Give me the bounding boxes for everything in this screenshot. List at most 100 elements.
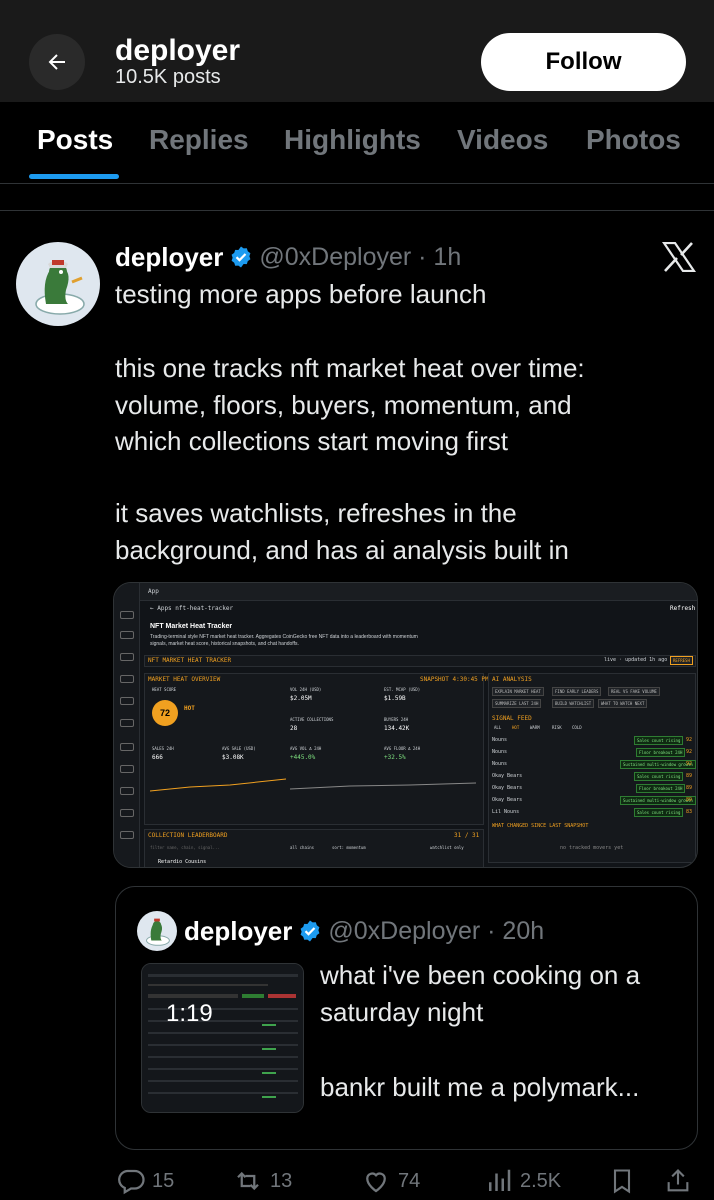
views-bar-chart-icon — [489, 1169, 511, 1191]
signal-score: 83 — [686, 809, 693, 815]
app-title: NFT Market Heat Tracker — [150, 623, 233, 630]
views-count: 2.5K — [520, 1169, 562, 1192]
snapshot-time: SNAPSHOT 4:30:45 PM — [420, 676, 489, 683]
quote-text-p1: what i've been cooking on a saturday nig… — [320, 960, 641, 1027]
quoted-post[interactable]: deployer @0xDeployer · 20h 1:19 what i'v… — [115, 886, 698, 1150]
sort-select: sort: momentum — [332, 845, 366, 850]
signal-score: 92 — [686, 749, 693, 755]
bookmark-button[interactable] — [608, 1166, 636, 1196]
signal-tag: Sustained multi-window growth — [620, 760, 696, 769]
heart-icon — [366, 1172, 386, 1193]
video-duration: 1:19 — [166, 1000, 213, 1027]
mcap-label: EST. MCAP (USD) — [384, 687, 421, 692]
share-button[interactable] — [664, 1166, 692, 1196]
post-image[interactable]: App ← Apps nft-heat-tracker Refresh NFT … — [113, 582, 698, 868]
ai-btn-6: WHAT TO WATCH NEXT — [598, 699, 648, 708]
app-refresh-button: REFRESH — [670, 656, 693, 665]
signal-tag: Sales count rising — [634, 736, 684, 745]
signal-tag: Floor breakout 24H — [636, 784, 686, 793]
app-sidebar — [114, 583, 140, 867]
signal-name: Okay Bears — [492, 797, 523, 803]
signal-name: Nouns — [492, 761, 508, 767]
buyers-label: BUYERS 24H — [384, 717, 409, 722]
active-tab-indicator — [29, 174, 119, 179]
signal-tag: Floor breakout 24H — [636, 748, 686, 757]
repost-icon — [237, 1171, 259, 1191]
signal-score: 92 — [686, 737, 693, 743]
like-count: 74 — [398, 1169, 421, 1192]
trend-lines — [150, 778, 477, 792]
signal-score: 92 — [686, 761, 693, 767]
changed-title: WHAT CHANGED SINCE LAST SNAPSHOT — [492, 823, 589, 829]
reply-button[interactable]: 15 — [116, 1166, 174, 1196]
profile-tabs: Posts Replies Highlights Videos Photos — [0, 102, 714, 184]
like-button[interactable]: 74 — [360, 1166, 420, 1196]
quote-avatar — [137, 911, 177, 951]
tab-highlights[interactable]: Highlights — [284, 124, 421, 156]
app-live: live · updated 1h ago — [604, 657, 668, 663]
sales-label: SALES 24H — [152, 746, 174, 751]
signal-score: 89 — [686, 785, 693, 791]
quote-handle-time: @0xDeployer · 20h — [328, 916, 545, 945]
signal-tab-risk: RISK — [552, 725, 562, 730]
section-divider — [0, 210, 714, 211]
active-value: 28 — [290, 725, 298, 732]
app-topbar — [140, 583, 697, 601]
avg-sale-value: $3.08K — [222, 754, 244, 761]
leaderboard-title: COLLECTION LEADERBOARD — [148, 832, 228, 839]
post-text-p2: this one tracks nft market heat over tim… — [115, 353, 585, 456]
signal-tab-all: ALL — [494, 725, 502, 730]
tab-posts[interactable]: Posts — [37, 124, 113, 156]
back-button[interactable] — [29, 34, 85, 90]
app-desc-1: Trading-terminal style NFT market heat t… — [150, 634, 418, 640]
ai-btn-3: REAL VS FAKE VOLUME — [608, 687, 660, 696]
app-label: App — [148, 588, 159, 595]
signal-tab-cold: COLD — [572, 725, 582, 730]
reply-count: 15 — [152, 1169, 175, 1192]
verified-badge-icon — [298, 919, 322, 943]
unicorn-avatar-icon — [35, 260, 85, 315]
author-name[interactable]: deployer — [115, 242, 223, 273]
avg-floor-value: +32.5% — [384, 754, 406, 761]
ai-btn-2: FIND EARLY LEADERS — [552, 687, 602, 696]
signal-tag: Sales count rising — [634, 808, 684, 817]
ai-btn-5: BUILD WATCHLIST — [552, 699, 595, 708]
post-header: deployer @0xDeployer · 1h — [115, 240, 461, 274]
app-section: NFT MARKET HEAT TRACKER — [148, 657, 232, 664]
heat-score-circle: 72 — [152, 700, 178, 726]
arrow-left-icon — [48, 54, 65, 70]
no-movers: no tracked movers yet — [560, 845, 624, 851]
signal-score: 89 — [686, 797, 693, 803]
signal-score: 89 — [686, 773, 693, 779]
profile-header: deployer 10.5K posts Follow — [0, 0, 714, 102]
x-logo-icon — [662, 242, 696, 272]
tab-videos[interactable]: Videos — [457, 124, 548, 156]
app-refresh: Refresh — [670, 605, 696, 612]
follow-button[interactable]: Follow — [481, 33, 686, 91]
post-text-p3: it saves watchlists, refreshes in the ba… — [115, 498, 569, 565]
app-breadcrumb: ← Apps nft-heat-tracker — [150, 605, 234, 612]
overview-title: MARKET HEAT OVERVIEW — [148, 676, 221, 683]
buyers-value: 134.42K — [384, 725, 410, 732]
signal-name: Lil Nouns — [492, 809, 520, 815]
tab-replies[interactable]: Replies — [149, 124, 249, 156]
views-button[interactable]: 2.5K — [484, 1166, 561, 1196]
quote-video-thumbnail[interactable] — [141, 963, 304, 1113]
share-icon — [667, 1169, 689, 1192]
watchlist-toggle: watchlist only — [430, 845, 464, 850]
tab-photos[interactable]: Photos — [586, 124, 681, 156]
profile-name: deployer — [115, 34, 241, 67]
app-desc-2: signals, market heat score, historical s… — [150, 641, 299, 647]
filter-input: filter name, chain, signal... — [150, 845, 220, 850]
heat-score-label: HEAT SCORE — [152, 687, 177, 692]
signal-tab-hot: HOT — [512, 725, 520, 730]
avatar[interactable] — [16, 242, 100, 326]
ai-title: AI ANALYSIS — [492, 676, 532, 683]
signal-tag: Sales count rising — [634, 772, 684, 781]
sales-value: 666 — [152, 754, 163, 761]
repost-button[interactable]: 13 — [232, 1166, 292, 1196]
quote-text-p2: bankr built me a polymark... — [320, 1072, 640, 1102]
repost-count: 13 — [270, 1169, 293, 1192]
signal-name: Nouns — [492, 749, 508, 755]
verified-badge-icon — [229, 245, 253, 269]
